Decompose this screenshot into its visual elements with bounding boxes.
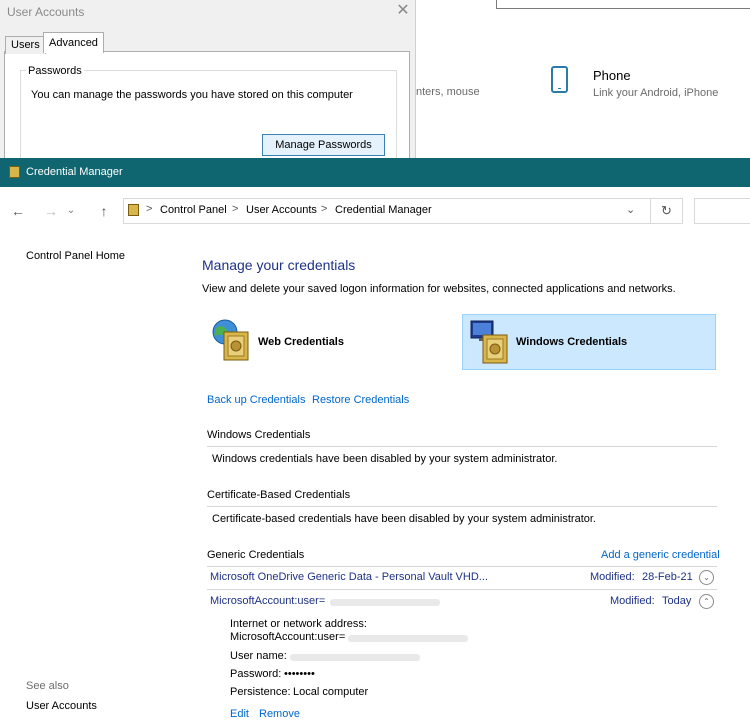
modified-date: Today [662,595,692,607]
tab-users[interactable]: Users [5,36,46,54]
passwords-group [20,70,397,172]
back-up-credentials-link[interactable]: Back up Credentials [207,394,305,406]
generic-credentials-header: Generic Credentials [207,549,305,561]
password-value: •••••••• [284,668,315,680]
control-panel-home-link[interactable]: Control Panel Home [26,250,125,262]
web-credentials-label: Web Credentials [258,336,344,348]
divider [207,446,717,447]
edit-credential-link[interactable]: Edit [230,708,249,720]
back-arrow-icon[interactable]: ← [10,203,26,219]
redacted-text [348,635,468,642]
window-title: Credential Manager [26,166,123,178]
windows-credentials-label: Windows Credentials [516,336,628,348]
windows-credentials-vault-icon [470,320,508,364]
address-dropdown-chevron-icon[interactable]: ⌄ [626,203,635,216]
phone-icon[interactable] [551,66,568,93]
expand-chevron-down-icon[interactable]: ⌄ [699,570,714,585]
up-arrow-icon[interactable]: ↑ [96,203,112,219]
forward-arrow-icon[interactable]: → [43,203,59,219]
search-input[interactable] [694,198,750,224]
close-icon[interactable]: ✕ [395,3,411,19]
web-credentials-vault-icon [212,319,249,361]
phone-subtitle: Link your Android, iPhone [593,87,719,99]
credential-manager-icon [9,166,20,178]
refresh-icon[interactable]: ↻ [651,198,683,224]
divider [207,589,717,590]
modified-date: 28-Feb-21 [642,571,693,583]
manage-passwords-button[interactable]: Manage Passwords [262,134,385,156]
username-label: User name: [230,650,287,662]
page-title: Manage your credentials [202,257,356,273]
redacted-text [290,654,420,661]
password-label: Password: [230,668,282,680]
redacted-text [330,599,440,606]
user-accounts-title: User Accounts [7,5,85,19]
devices-subtitle: nters, mouse [416,86,480,98]
collapse-chevron-up-icon[interactable]: ⌃ [699,594,714,609]
breadcrumb-user-accounts[interactable]: User Accounts [246,204,317,216]
certificate-credentials-message: Certificate-based credentials have been … [212,513,596,525]
passwords-description: You can manage the passwords you have st… [31,89,353,101]
modified-label: Modified: [590,571,635,583]
divider [207,506,717,507]
persistence-label: Persistence: [230,686,291,698]
phone-title[interactable]: Phone [593,68,631,83]
certificate-credentials-header: Certificate-Based Credentials [207,489,351,501]
remove-credential-link[interactable]: Remove [259,708,300,720]
breadcrumb-separator[interactable]: > [232,203,238,215]
settings-window [416,0,750,158]
restore-credentials-link[interactable]: Restore Credentials [312,394,409,406]
breadcrumb-credential-manager[interactable]: Credential Manager [335,204,432,216]
recent-locations-chevron-icon[interactable]: ⌄ [63,203,79,219]
breadcrumb-separator[interactable]: > [321,203,327,215]
address-value: MicrosoftAccount:user= [230,631,346,643]
page-description: View and delete your saved logon informa… [202,283,676,295]
windows-credentials-header: Windows Credentials [207,429,311,441]
user-accounts-link[interactable]: User Accounts [26,700,97,712]
web-credentials-tile[interactable]: Web Credentials [206,314,456,370]
modified-label: Modified: [610,595,655,607]
windows-credentials-tile[interactable]: Windows Credentials [462,314,716,370]
breadcrumb-separator[interactable]: > [146,203,152,215]
address-label: Internet or network address: [230,618,367,630]
divider [207,566,717,567]
tab-advanced[interactable]: Advanced [43,32,104,53]
add-generic-credential-link[interactable]: Add a generic credential [601,549,720,561]
breadcrumb-control-panel[interactable]: Control Panel [160,204,227,216]
windows-credentials-message: Windows credentials have been disabled b… [212,453,558,465]
credential-row-name[interactable]: Microsoft OneDrive Generic Data - Person… [210,571,488,583]
control-panel-icon [128,204,139,216]
see-also-label: See also [26,680,69,692]
passwords-group-label: Passwords [26,65,84,77]
settings-search-box[interactable] [496,0,750,9]
persistence-value: Local computer [293,686,369,698]
credential-row-name[interactable]: MicrosoftAccount:user= [210,595,325,607]
